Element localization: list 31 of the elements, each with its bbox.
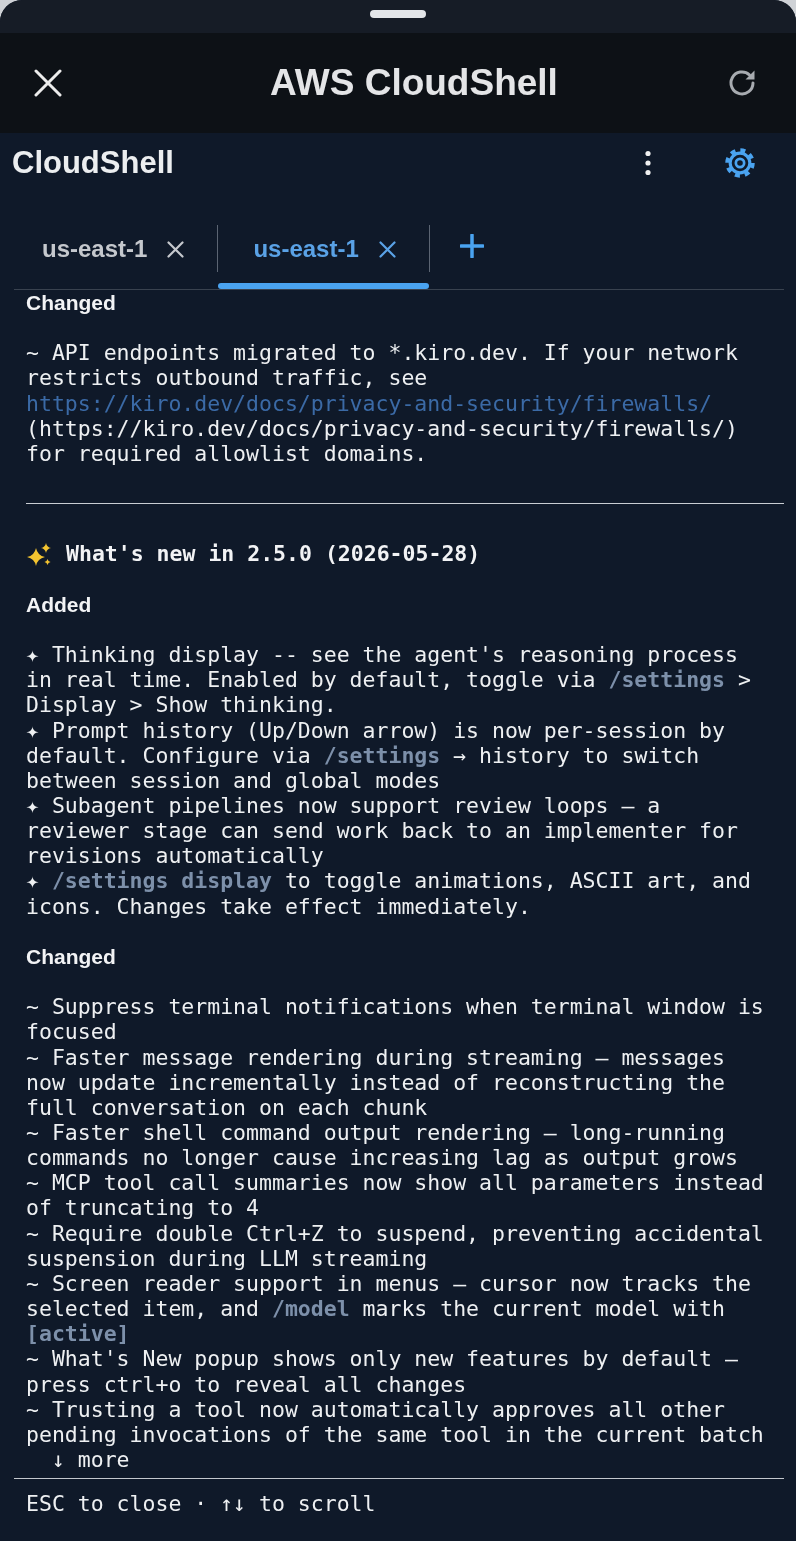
section-heading: Added: [26, 591, 93, 617]
release-title: What's new in 2.5.0 (2026-05-28): [66, 541, 481, 567]
drag-handle[interactable]: [370, 10, 426, 18]
section-heading: Changed: [26, 290, 117, 316]
changelog-entry: ~ Require double Ctrl+Z to suspend, preventing accidental suspension during LLM streaming: [26, 1220, 765, 1271]
changelog-entry: ✦ /settings display to toggle animations, ASCII art, and icons. Changes take effect immediately.: [26, 868, 752, 919]
changelog-entry: ~ Trusting a tool now automatically approves all other pending invocations of the same tool in the current batch: [26, 1396, 765, 1447]
changelog-entry: ✦ Thinking display -- see the agent's reasoning process in real time. Enabled by default, toggle via /settings > Display > Show thinking.: [26, 642, 752, 718]
changelog-entry: ~ What's New popup shows only new features by default — press ctrl+o to reveal all changes: [26, 1346, 739, 1397]
changelog-entry: ~ MCP tool call summaries now show all parameters instead of truncating to 4: [26, 1170, 765, 1221]
changelog-entry: ~ Suppress terminal notifications when terminal window is focused: [26, 994, 765, 1045]
changelog-entry: ✦ Prompt history (Up/Down arrow) is now per-session by default. Configure via /settings → history to switch between session and global modes: [26, 717, 726, 793]
region-tab[interactable]: us-east-1: [218, 222, 429, 289]
app-title: CloudShell: [12, 144, 175, 182]
changelog-entry: ~ Screen reader support in menus — cursor now tracks the selected item, and /model marks the current model with [active]: [26, 1270, 752, 1347]
window-title: AWS CloudShell: [269, 60, 559, 105]
tab-close-icon[interactable]: [167, 240, 185, 258]
changelog-entry: ~ Faster message rendering during streaming — messages now update incrementally instead of reconstructing the full conversation on each chunk: [26, 1044, 726, 1120]
footer-hint: ESC to close · ↑↓ to scroll: [26, 1491, 376, 1516]
section-heading: Changed: [26, 943, 117, 970]
more-indicator: ↓ more: [50, 1447, 131, 1473]
region-tab[interactable]: us-east-1: [7, 222, 218, 289]
settings-icon[interactable]: [725, 148, 755, 178]
more-options-icon[interactable]: [644, 150, 652, 176]
changelog-entry: ~ API endpoints migrated to *.kiro.dev. If your network restricts outbound traffic, see https://kiro.dev/docs/privacy-and-security/firewalls/ (https://kiro.dev/docs/privacy-and-security/firewalls/) for required allowlist domains.: [26, 340, 739, 467]
tab-close-icon[interactable]: [378, 240, 396, 258]
close-icon[interactable]: [34, 69, 62, 97]
changelog-entry: ~ Faster shell command output rendering — long-running commands no longer cause increasing lag as output grows: [26, 1119, 739, 1171]
sparkles-icon: [26, 541, 52, 567]
plus-icon[interactable]: [459, 234, 484, 258]
refresh-icon[interactable]: [727, 68, 757, 98]
